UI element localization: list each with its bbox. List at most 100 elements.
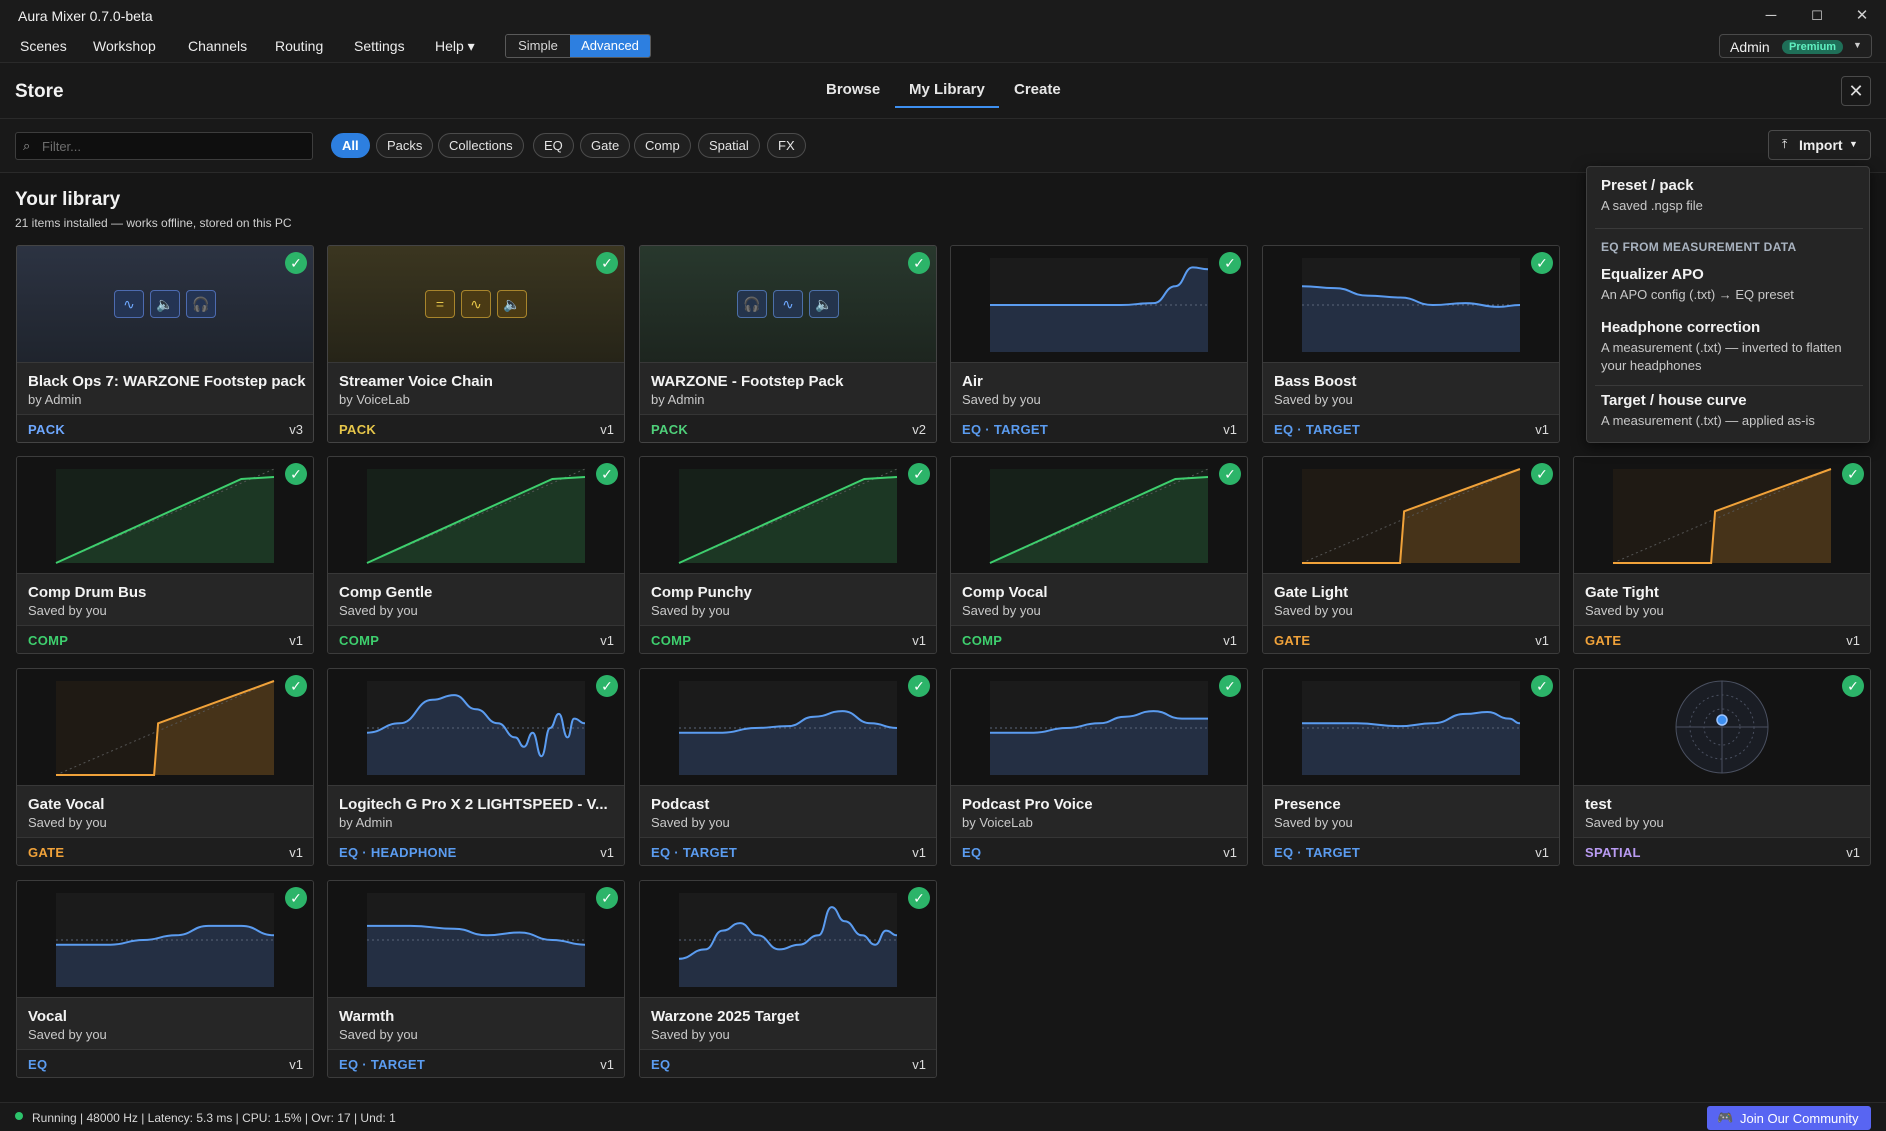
chip-collections[interactable]: Collections [438, 133, 524, 158]
library-card[interactable]: ✓ Warzone 2025 Target Saved by you EQ v1 [639, 880, 937, 1078]
card-title: test [1585, 796, 1612, 813]
mode-simple-button[interactable]: Simple [506, 35, 570, 57]
tab-create[interactable]: Create [1014, 81, 1061, 98]
eq-curve-graphic [366, 681, 586, 775]
card-footer: EQ · HEADPHONE v1 [328, 837, 624, 865]
join-community-button[interactable]: 🎮 Join Our Community [1707, 1106, 1871, 1130]
pulse-icon: ∿ [461, 290, 491, 318]
card-info: Black Ops 7: WARZONE Footstep pack by Adm… [17, 362, 313, 414]
comp-curve-graphic [989, 468, 1209, 564]
library-card[interactable]: ✓ Podcast Saved by you EQ · TARGET v1 [639, 668, 937, 866]
card-type-label: GATE [28, 845, 65, 860]
import-preset-pack-option[interactable]: Preset / pack A saved .ngsp file [1601, 177, 1863, 215]
card-title: Warzone 2025 Target [651, 1008, 800, 1025]
card-thumbnail: ✓ [1263, 457, 1559, 573]
library-card[interactable]: ✓ Comp Gentle Saved by you COMP v1 [327, 456, 625, 654]
card-thumbnail: 🎧 ∿ 🔈 ✓ [640, 246, 936, 362]
library-card[interactable]: ✓ Gate Tight Saved by you GATE v1 [1573, 456, 1871, 654]
discord-icon: 🎮 [1717, 1110, 1734, 1125]
installed-check-icon: ✓ [285, 887, 307, 909]
headphones-icon: 🎧 [737, 290, 767, 318]
import-label: Import [1799, 137, 1843, 153]
import-headphone-correction-option[interactable]: Headphone correction A measurement (.txt… [1601, 319, 1863, 375]
installed-check-icon: ✓ [1219, 675, 1241, 697]
card-version: v2 [912, 422, 926, 437]
import-target-curve-option[interactable]: Target / house curve A measurement (.txt… [1601, 392, 1863, 430]
chip-comp[interactable]: Comp [634, 133, 691, 158]
card-title: Comp Punchy [651, 584, 752, 601]
card-thumbnail: ✓ [951, 457, 1247, 573]
card-info: Warmth Saved by you [328, 997, 624, 1049]
library-card[interactable]: ∿ 🔈 🎧 ✓ Black Ops 7: WARZONE Footstep pack by… [16, 245, 314, 443]
card-info: Streamer Voice Chain by VoiceLab [328, 362, 624, 414]
library-card[interactable]: ✓ Comp Drum Bus Saved by you COMP v1 [16, 456, 314, 654]
minimize-icon[interactable]: ─ [1749, 4, 1793, 28]
library-card[interactable]: ✓ Presence Saved by you EQ · TARGET v1 [1262, 668, 1560, 866]
menu-channels[interactable]: Channels [188, 38, 247, 54]
card-author: Saved by you [28, 1027, 107, 1042]
card-title: Streamer Voice Chain [339, 373, 493, 390]
close-store-button[interactable]: ✕ [1841, 76, 1871, 106]
mode-advanced-button[interactable]: Advanced [570, 35, 650, 57]
menu-workshop[interactable]: Workshop [93, 38, 156, 54]
card-info: Comp Vocal Saved by you [951, 573, 1247, 625]
chip-spatial[interactable]: Spatial [698, 133, 760, 158]
card-info: Comp Drum Bus Saved by you [17, 573, 313, 625]
chip-eq[interactable]: EQ [533, 133, 574, 158]
library-card[interactable]: ✓ Gate Light Saved by you GATE v1 [1262, 456, 1560, 654]
menu-scenes[interactable]: Scenes [20, 38, 67, 54]
installed-check-icon: ✓ [596, 887, 618, 909]
option-description: A measurement (.txt) — inverted to flatt… [1601, 340, 1842, 373]
card-info: Gate Tight Saved by you [1574, 573, 1870, 625]
eq-curve-graphic [1302, 681, 1521, 775]
maximize-icon[interactable]: ☐ [1795, 4, 1839, 28]
filter-input[interactable] [15, 132, 313, 160]
installed-check-icon: ✓ [908, 252, 930, 274]
menu-routing[interactable]: Routing [275, 38, 323, 54]
import-equalizer-apo-option[interactable]: Equalizer APO An APO config (.txt) → EQ … [1601, 266, 1863, 304]
installed-check-icon: ✓ [908, 675, 930, 697]
menu-help[interactable]: Help ▾ [435, 38, 475, 55]
spatial-curve-graphic [1675, 680, 1769, 774]
chip-all[interactable]: All [331, 133, 370, 158]
library-card[interactable]: ✓ Podcast Pro Voice by VoiceLab EQ v1 [950, 668, 1248, 866]
library-card[interactable]: ✓ Vocal Saved by you EQ v1 [16, 880, 314, 1078]
card-thumbnail: ✓ [640, 881, 936, 997]
card-info: Vocal Saved by you [17, 997, 313, 1049]
library-card[interactable]: ✓ Bass Boost Saved by you EQ · TARGET v1 [1262, 245, 1560, 443]
menu-settings[interactable]: Settings [354, 38, 405, 54]
status-text: Running | 48000 Hz | Latency: 5.3 ms | C… [32, 1111, 396, 1125]
card-version: v1 [912, 1057, 926, 1072]
library-card[interactable]: ✓ Warmth Saved by you EQ · TARGET v1 [327, 880, 625, 1078]
card-author: Saved by you [339, 1027, 418, 1042]
card-title: Black Ops 7: WARZONE Footstep pack [28, 373, 306, 390]
import-button[interactable]: ⤒ Import ▼ [1768, 130, 1871, 160]
pulse-icon: ∿ [773, 290, 803, 318]
card-type-label: COMP [28, 633, 69, 648]
card-author: Saved by you [1274, 392, 1353, 407]
tab-browse[interactable]: Browse [826, 81, 880, 98]
library-card[interactable]: ✓ Logitech G Pro X 2 LIGHTSPEED - V... by … [327, 668, 625, 866]
card-type-label: COMP [651, 633, 692, 648]
user-menu[interactable]: Admin Premium ▼ [1719, 34, 1872, 58]
window-close-icon[interactable]: ✕ [1840, 4, 1884, 28]
card-author: Saved by you [28, 815, 107, 830]
card-footer: COMP v1 [640, 625, 936, 653]
card-version: v1 [600, 422, 614, 437]
chip-fx[interactable]: FX [767, 133, 806, 158]
library-card[interactable]: ✓ Comp Punchy Saved by you COMP v1 [639, 456, 937, 654]
chip-packs[interactable]: Packs [376, 133, 434, 158]
library-card[interactable]: = ∿ 🔈 ✓ Streamer Voice Chain by VoiceLab PACK v… [327, 245, 625, 443]
chip-gate[interactable]: Gate [580, 133, 631, 158]
card-footer: EQ · TARGET v1 [951, 414, 1247, 442]
library-card[interactable]: ✓ Comp Vocal Saved by you COMP v1 [950, 456, 1248, 654]
card-version: v1 [912, 633, 926, 648]
card-thumbnail: ✓ [328, 457, 624, 573]
library-card[interactable]: ✓ Air Saved by you EQ · TARGET v1 [950, 245, 1248, 443]
library-card[interactable]: ✓ test Saved by you SPATIAL v1 [1573, 668, 1871, 866]
page-title: Store [15, 81, 64, 102]
library-card[interactable]: ✓ Gate Vocal Saved by you GATE v1 [16, 668, 314, 866]
library-card[interactable]: 🎧 ∿ 🔈 ✓ WARZONE - Footstep Pack by Admin PACK v… [639, 245, 937, 443]
search-icon: ⌕ [23, 138, 31, 153]
tab-my-library[interactable]: My Library [909, 81, 985, 98]
